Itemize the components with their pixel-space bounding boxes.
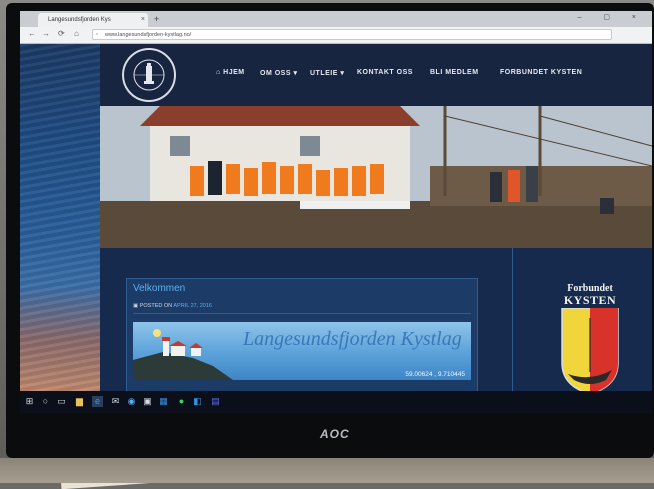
monitor-bezel: Langesundsfjorden Kys × + – ▢ × ← → ⟳ ⌂ … — [6, 3, 654, 458]
spotify-icon[interactable]: ● — [176, 396, 187, 407]
kysten-shield-icon — [561, 308, 619, 394]
post-banner: Langesundsfjorden Kystlag 59.00624 , 9.7… — [133, 322, 471, 380]
web-page: ⌂ HJEM OM OSS ▾ UTLEIE ▾ KONTAKT OSS BLI… — [20, 44, 652, 394]
post-divider — [133, 313, 471, 314]
task-view-icon[interactable]: ▭ — [56, 396, 67, 407]
search-icon[interactable]: ○ — [40, 396, 51, 407]
monitor-brand-logo: AOC — [320, 427, 350, 441]
address-bar: ← → ⟳ ⌂ ▫ www.langesundsfjorden-kystlag.… — [20, 27, 652, 44]
nav-utleie[interactable]: UTLEIE ▾ — [310, 69, 344, 77]
hero-image — [100, 106, 652, 248]
back-icon[interactable]: ← — [28, 29, 36, 38]
post-meta: ▣ POSTED ON APRIL 27, 2016 — [133, 303, 212, 309]
hero-photo-illustration — [100, 106, 652, 248]
teams-icon[interactable]: ▤ — [210, 396, 221, 407]
banner-coordinates: 59.00624 , 9.710445 — [405, 371, 465, 378]
store-icon[interactable]: ◉ — [126, 396, 137, 407]
banner-title: Langesundsfjorden Kystlag — [243, 328, 462, 350]
nav-kontakt-oss[interactable]: KONTAKT OSS — [357, 69, 413, 76]
site-header: ⌂ HJEM OM OSS ▾ UTLEIE ▾ KONTAKT OSS BLI… — [100, 44, 652, 106]
outlook-icon[interactable]: ◧ — [192, 396, 203, 407]
windows-taskbar: ⊞ ○ ▭ ▆ e ✉ ◉ ▣ ▦ ● ◧ ▤ — [20, 391, 652, 413]
windows-icon[interactable]: ⊞ — [24, 396, 35, 407]
url-field[interactable]: ▫ www.langesundsfjorden-kystlag.no/ — [92, 29, 612, 40]
close-icon[interactable]: × — [141, 13, 145, 27]
nav-om-oss[interactable]: OM OSS ▾ — [260, 69, 297, 77]
lighthouse-logo-icon — [133, 59, 165, 91]
window-controls[interactable]: – ▢ × — [578, 13, 646, 21]
photos-icon[interactable]: ▣ — [142, 396, 153, 407]
tab-title: Langesundsfjorden Kys — [48, 17, 111, 23]
post-card: Velkommen ▣ POSTED ON APRIL 27, 2016 Lan… — [126, 278, 478, 393]
posted-prefix: ▣ POSTED ON — [133, 303, 173, 309]
site-logo[interactable] — [122, 48, 176, 102]
home-icon[interactable]: ⌂ — [74, 29, 79, 38]
nav-forbundet-kysten[interactable]: FORBUNDET KYSTEN — [500, 69, 582, 76]
browser-tab[interactable]: Langesundsfjorden Kys × — [38, 13, 148, 27]
url-text: www.langesundsfjorden-kystlag.no/ — [105, 32, 192, 38]
posted-date[interactable]: APRIL 27, 2016 — [173, 303, 212, 309]
forbundet-kysten-logo[interactable]: Forbundet KYSTEN — [550, 284, 630, 394]
new-tab-icon[interactable]: + — [154, 14, 159, 24]
word-icon[interactable]: ▦ — [158, 396, 169, 407]
browser-tab-bar: Langesundsfjorden Kys × + – ▢ × — [20, 11, 652, 27]
desk-surface — [0, 458, 654, 483]
nav-bli-medlem[interactable]: BLI MEDLEM — [430, 69, 479, 76]
kysten-logo-name: KYSTEN — [563, 293, 617, 307]
file-explorer-icon[interactable]: ▆ — [74, 396, 85, 407]
refresh-icon[interactable]: ⟳ — [58, 29, 65, 38]
main-content: Velkommen ▣ POSTED ON APRIL 27, 2016 Lan… — [100, 248, 652, 394]
monitor-screen: Langesundsfjorden Kys × + – ▢ × ← → ⟳ ⌂ … — [20, 11, 652, 413]
mail-icon[interactable]: ✉ — [110, 396, 121, 407]
sidebar-divider — [512, 248, 513, 391]
edge-icon[interactable]: e — [92, 396, 103, 407]
ocean-waves — [20, 44, 100, 391]
forward-icon[interactable]: → — [42, 29, 50, 38]
nav-hjem[interactable]: ⌂ HJEM — [216, 69, 245, 76]
post-title[interactable]: Velkommen — [133, 283, 185, 294]
page-icon: ▫ — [96, 32, 99, 38]
